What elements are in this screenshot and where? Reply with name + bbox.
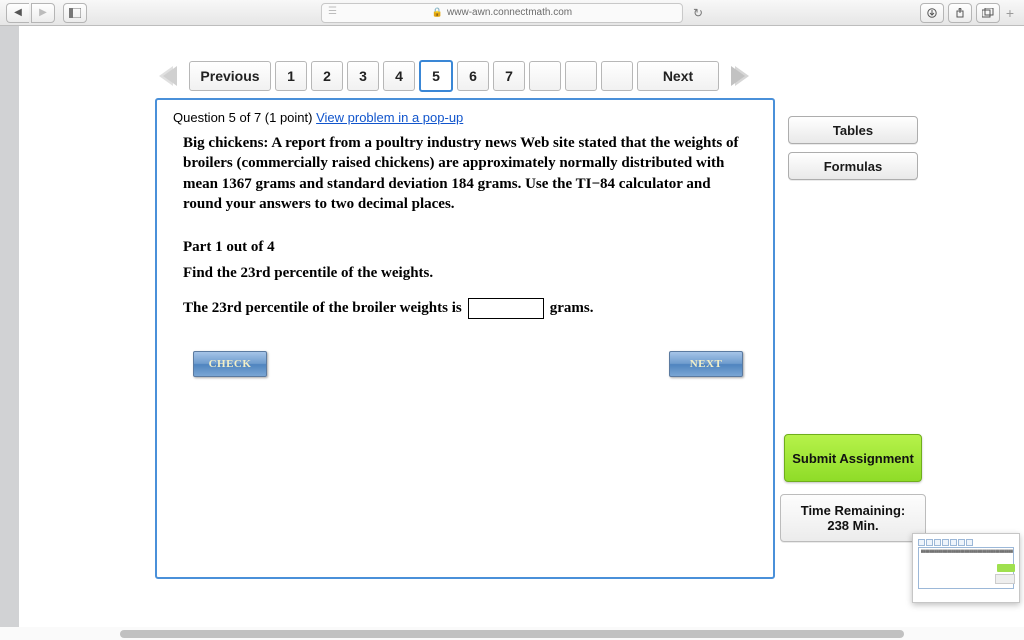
pager-page-blank-2[interactable]: . [565,61,597,91]
nav-forward-button[interactable]: ▶ [31,3,55,23]
answer-input[interactable] [468,298,544,319]
next-button[interactable]: NEXT [669,351,743,377]
pager-arrow-next[interactable] [723,61,753,91]
pager-page-5[interactable]: 5 [419,60,453,92]
pager: Previous 1 2 3 4 5 6 7 . . . Next [155,60,775,92]
pager-page-2[interactable]: 2 [311,61,343,91]
preview-thumbnail[interactable]: ▓▓▓▓▓▓▓▓▓▓▓▓▓▓▓▓▓▓▓▓▓▓▓▓▓▓▓▓▓▓▓▓▓▓▓▓▓▓▓▓… [912,533,1020,603]
answer-before-text: The 23rd percentile of the broiler weigh… [183,300,462,317]
refresh-icon[interactable]: ↻ [693,6,703,20]
share-button[interactable] [948,3,972,23]
pager-page-6[interactable]: 6 [457,61,489,91]
view-popup-link[interactable]: View problem in a pop-up [316,110,463,125]
question-card: Question 5 of 7 (1 point) View problem i… [155,98,775,579]
pager-previous-button[interactable]: Previous [189,61,271,91]
downloads-button[interactable] [920,3,944,23]
pager-page-4[interactable]: 4 [383,61,415,91]
reader-icon: ☰ [328,6,337,17]
left-gutter [0,26,19,640]
lock-icon: 🔒 [432,7,443,18]
question-number-text: Question 5 of 7 (1 point) [173,110,316,125]
timer-title: Time Remaining: [785,503,921,518]
pager-page-3[interactable]: 3 [347,61,379,91]
answer-line: The 23rd percentile of the broiler weigh… [183,298,753,319]
new-tab-button[interactable]: + [1002,5,1018,21]
pager-page-1[interactable]: 1 [275,61,307,91]
pager-page-blank-1[interactable]: . [529,61,561,91]
pager-page-7[interactable]: 7 [493,61,525,91]
time-remaining-box: Time Remaining: 238 Min. [780,494,926,542]
tables-button[interactable]: Tables [788,116,918,144]
answer-after-text: grams. [550,300,594,317]
nav-back-button[interactable]: ◀ [6,3,29,23]
submit-assignment-button[interactable]: Submit Assignment [784,434,922,482]
horizontal-scrollbar[interactable] [0,627,1024,640]
browser-toolbar: ◀ ▶ ☰ 🔒 www-awn.connectmath.com ↻ + [0,0,1024,26]
part-prompt: Find the 23rd percentile of the weights. [183,263,753,283]
question-intro: Big chickens: A report from a poultry in… [183,133,753,214]
check-button[interactable]: CHECK [193,351,267,377]
url-text: www-awn.connectmath.com [447,7,572,18]
timer-value: 238 Min. [785,518,921,533]
pager-next-button[interactable]: Next [637,61,719,91]
pager-page-blank-3[interactable]: . [601,61,633,91]
sidebar-toggle-button[interactable] [63,3,87,23]
scrollbar-thumb[interactable] [120,630,904,638]
tabs-button[interactable] [976,3,1000,23]
question-header: Question 5 of 7 (1 point) View problem i… [173,110,757,125]
address-bar[interactable]: ☰ 🔒 www-awn.connectmath.com [321,3,683,23]
formulas-button[interactable]: Formulas [788,152,918,180]
part-label: Part 1 out of 4 [183,237,753,257]
pager-arrow-prev[interactable] [155,61,185,91]
